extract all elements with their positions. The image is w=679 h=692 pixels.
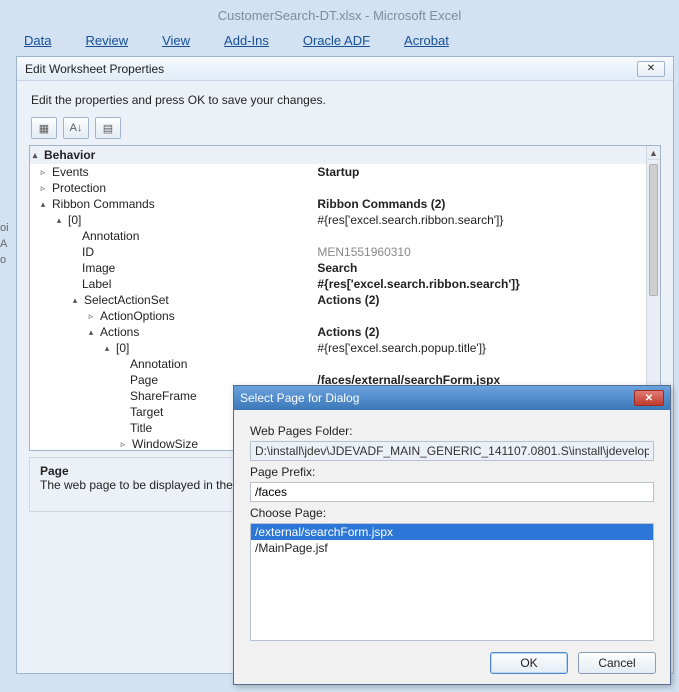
menu-data[interactable]: Data [24,33,51,48]
expand-icon[interactable]: ▹ [118,439,128,450]
page-prefix-field[interactable] [250,482,654,502]
prop-action-0[interactable]: ▴[0] #{res['excel.search.popup.title']} [30,340,646,356]
list-item[interactable]: /external/searchForm.jspx [251,524,653,540]
dialog-titlebar: Select Page for Dialog ✕ [234,386,670,410]
dialog-intro: Edit the properties and press OK to save… [17,81,673,117]
prop-label: Ribbon Commands [48,197,155,211]
close-icon[interactable]: ✕ [634,390,664,406]
prop-label: [0] [112,341,129,355]
prop-select-action-set[interactable]: ▴SelectActionSet Actions (2) [30,292,646,308]
label-choose-page: Choose Page: [250,506,654,520]
prop-value: #{res['excel.search.ribbon.search']} [317,277,519,291]
prop-protection[interactable]: ▹Protection [30,180,646,196]
collapse-icon[interactable]: ▴ [102,343,112,354]
prop-value: Startup [317,165,359,179]
label-web-pages-folder: Web Pages Folder: [250,424,654,438]
dialog-titlebar: Edit Worksheet Properties ✕ [17,57,673,81]
category-label: Behavior [40,148,95,162]
prop-label: ID [30,245,94,259]
prop-annotation[interactable]: Annotation [30,228,646,244]
prop-actions[interactable]: ▴Actions Actions (2) [30,324,646,340]
prop-label: SelectActionSet [80,293,169,307]
menu-review[interactable]: Review [85,33,128,48]
prop-action-options[interactable]: ▹ActionOptions [30,308,646,324]
expand-icon[interactable]: ▹ [86,311,96,322]
prop-label: ActionOptions [96,309,175,323]
app-title: CustomerSearch-DT.xlsx - Microsoft Excel [0,0,679,29]
prop-label[interactable]: Label #{res['excel.search.ribbon.search']… [30,276,646,292]
collapse-icon[interactable]: ▴ [70,295,80,306]
prop-label: Annotation [30,229,139,243]
prop-label: Protection [48,181,106,195]
prop-ribbon-0[interactable]: ▴[0] #{res['excel.search.ribbon.search']} [30,212,646,228]
collapse-icon[interactable]: ▴ [30,150,40,161]
property-toolbar: ▦ A↓ ▤ [17,117,673,145]
expand-icon[interactable]: ▹ [38,167,48,178]
list-item[interactable]: /MainPage.jsf [251,540,653,556]
prop-label: Events [48,165,89,179]
expand-icon[interactable]: ▹ [38,183,48,194]
categorize-icon[interactable]: ▦ [31,117,57,139]
collapse-icon[interactable]: ▴ [38,199,48,210]
prop-ribbon-commands[interactable]: ▴Ribbon Commands Ribbon Commands (2) [30,196,646,212]
web-pages-folder-field [250,441,654,461]
prop-label: Label [30,277,111,291]
prop-label: ShareFrame [30,389,197,403]
prop-value: Actions (2) [317,325,379,339]
prop-label: Page [30,373,158,387]
prop-image[interactable]: Image Search [30,260,646,276]
dialog-title: Select Page for Dialog [240,391,359,405]
prop-label: Title [30,421,152,435]
page-icon[interactable]: ▤ [95,117,121,139]
prop-label: [0] [64,213,81,227]
menu-acrobat[interactable]: Acrobat [404,33,449,48]
prop-label: Actions [96,325,139,339]
prop-events[interactable]: ▹Events Startup [30,164,646,180]
ok-button[interactable]: OK [490,652,568,674]
prop-id[interactable]: ID MEN1551960310 [30,244,646,260]
sort-az-icon[interactable]: A↓ [63,117,89,139]
left-fragment: oiAo [0,220,13,268]
scroll-up-icon[interactable]: ▲ [647,146,660,160]
prop-label: Target [30,405,163,419]
prop-value: Search [317,261,357,275]
menu-view[interactable]: View [162,33,190,48]
menu-addins[interactable]: Add-Ins [224,33,269,48]
label-page-prefix: Page Prefix: [250,465,654,479]
prop-label: Annotation [30,357,187,371]
cancel-button[interactable]: Cancel [578,652,656,674]
collapse-icon[interactable]: ▴ [86,327,96,338]
prop-value: #{res['excel.search.ribbon.search']} [313,213,646,227]
close-icon[interactable]: ✕ [637,61,665,77]
choose-page-listbox[interactable]: /external/searchForm.jspx /MainPage.jsf [250,523,654,641]
select-page-dialog: Select Page for Dialog ✕ Web Pages Folde… [233,385,671,685]
category-behavior[interactable]: ▴Behavior [30,146,646,164]
prop-label: WindowSize [128,437,198,450]
prop-value: MEN1551960310 [313,245,646,259]
prop-value: #{res['excel.search.popup.title']} [313,341,646,355]
prop-action-annotation[interactable]: Annotation [30,356,646,372]
menu-bar: Data Review View Add-Ins Oracle ADF Acro… [0,29,679,54]
prop-label: Image [30,261,115,275]
menu-oracle-adf[interactable]: Oracle ADF [303,33,370,48]
prop-value: Ribbon Commands (2) [317,197,445,211]
collapse-icon[interactable]: ▴ [54,215,64,226]
prop-value: Actions (2) [317,293,379,307]
dialog-title: Edit Worksheet Properties [25,62,164,76]
